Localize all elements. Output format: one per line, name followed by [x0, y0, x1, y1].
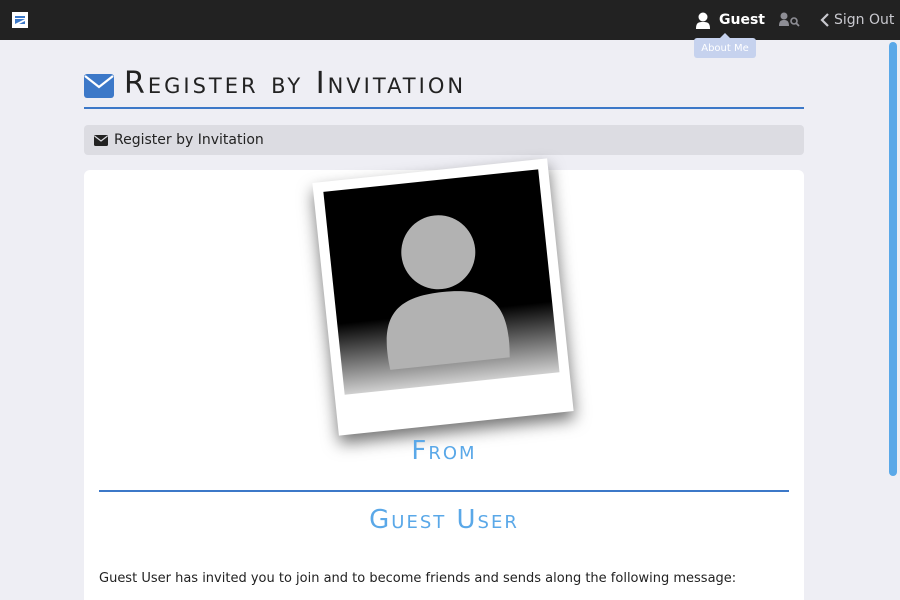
user-silhouette-icon — [386, 215, 510, 370]
nav-user-link[interactable]: Guest — [696, 10, 765, 30]
page-scrollbar[interactable] — [889, 42, 897, 476]
user-icon — [696, 12, 710, 29]
breadcrumb-label: Register by Invitation — [114, 132, 264, 148]
envelope-icon — [84, 74, 114, 98]
sender-avatar-polaroid — [312, 158, 574, 436]
envelope-icon — [94, 134, 108, 146]
signout-link[interactable]: Sign Out — [820, 10, 894, 30]
invitation-message: Guest User has invited you to join and t… — [99, 571, 737, 586]
nav-user-label: Guest — [719, 12, 765, 28]
avatar-photo — [323, 169, 560, 395]
sender-name: Guest User — [369, 505, 519, 535]
signout-label: Sign Out — [834, 12, 895, 28]
page-title: Register by Invitation — [124, 66, 467, 101]
chevron-left-icon — [820, 13, 829, 27]
top-navbar: Guest Sign Out — [0, 0, 900, 40]
about-me-tooltip: About Me — [694, 33, 756, 58]
app-logo-icon[interactable] — [12, 12, 28, 28]
page-header: Register by Invitation — [84, 66, 804, 109]
from-label: From — [411, 436, 477, 466]
section-divider — [99, 490, 789, 492]
user-search-icon[interactable] — [779, 12, 801, 28]
breadcrumb: Register by Invitation — [84, 125, 804, 155]
